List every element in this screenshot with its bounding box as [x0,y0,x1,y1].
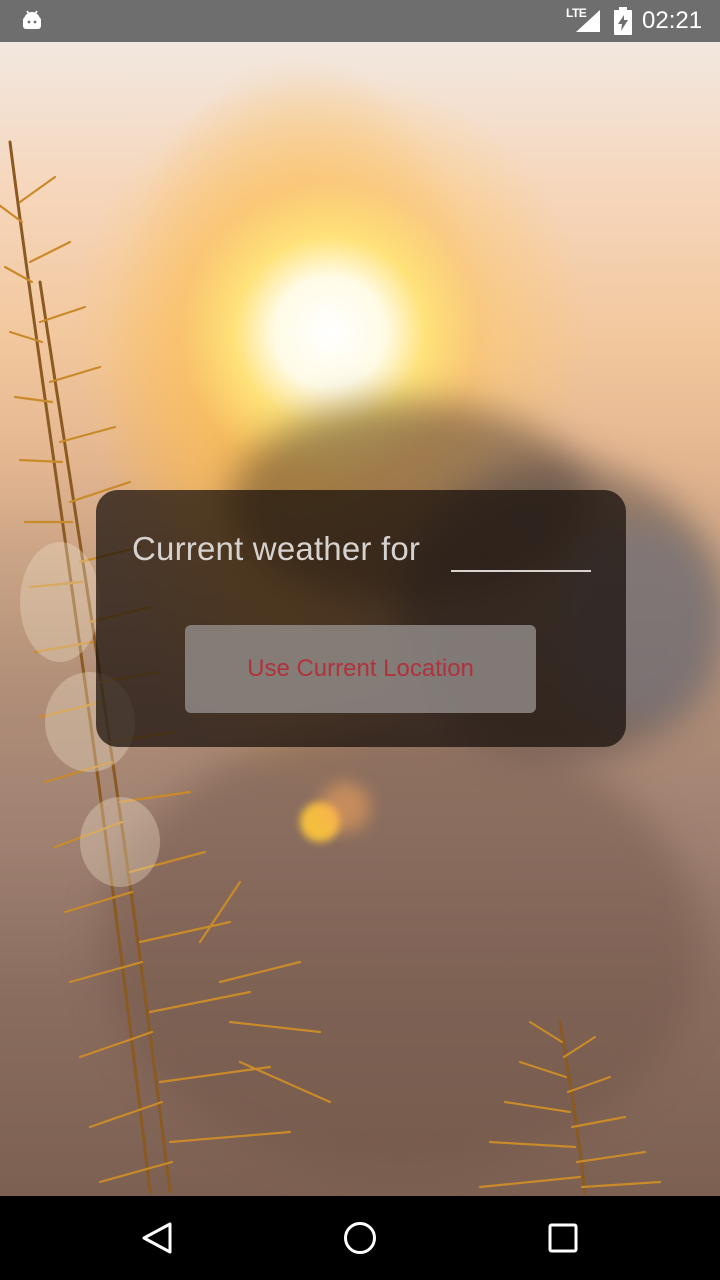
recents-icon[interactable] [545,1220,581,1256]
use-current-location-button[interactable]: Use Current Location [185,625,536,713]
battery-icon [614,7,632,35]
city-input[interactable] [451,534,591,572]
home-icon[interactable] [342,1220,378,1256]
signal-icon [576,10,600,32]
grass-right-decoration [478,1020,662,1196]
screen: LTE 02:21 Current weather for Use Curren… [0,0,720,1280]
weather-card: Current weather for Use Current Location [96,490,626,747]
android-icon [23,10,41,29]
clock: 02:21 [642,7,703,34]
current-weather-prompt: Current weather for [132,530,421,567]
back-icon[interactable] [140,1220,176,1256]
status-bar: LTE 02:21 [0,0,720,42]
navigation-bar [0,1196,720,1280]
